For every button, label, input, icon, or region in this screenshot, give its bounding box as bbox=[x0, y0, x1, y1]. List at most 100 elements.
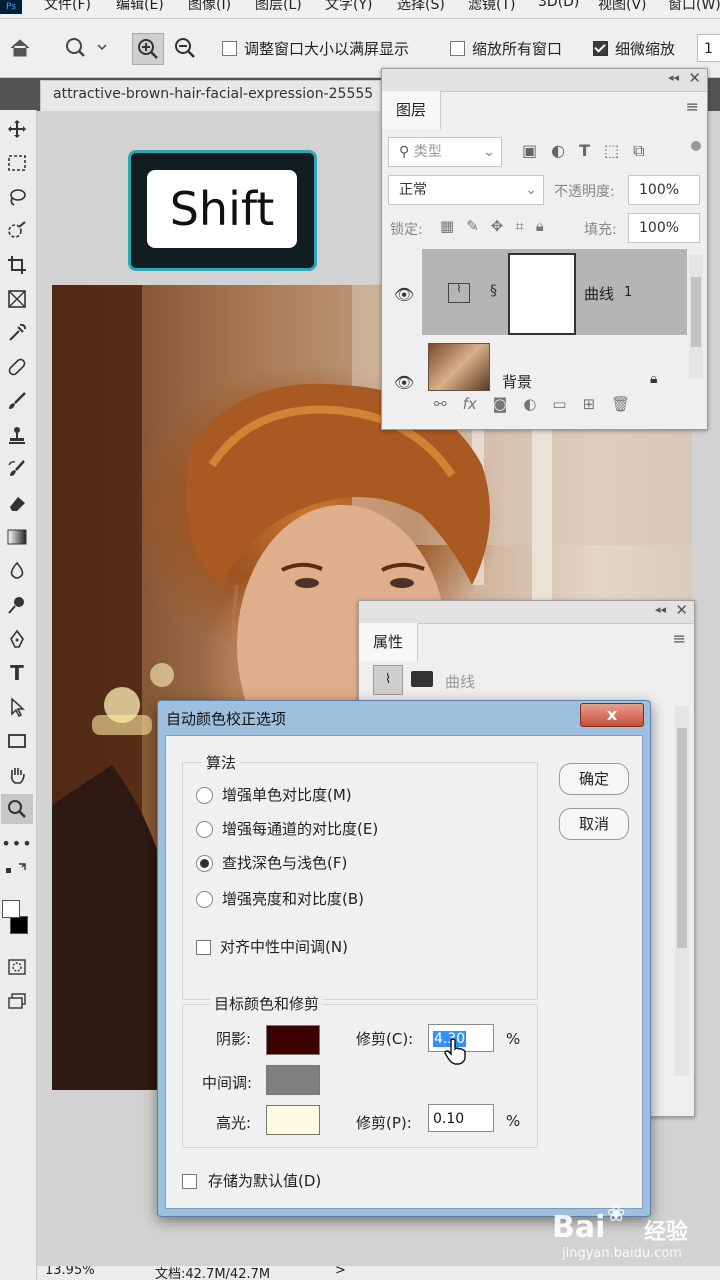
crop-tool-icon[interactable] bbox=[1, 250, 33, 280]
tab-layers[interactable]: 图层 bbox=[382, 91, 442, 129]
tab-properties[interactable]: 属性 bbox=[359, 623, 419, 661]
save-default-label[interactable]: 存储为默认值(D) bbox=[208, 1170, 321, 1191]
background-layer-thumbnail[interactable] bbox=[428, 343, 490, 391]
add-mask-icon[interactable]: ◙ bbox=[493, 395, 508, 413]
screen-mode-icon[interactable] bbox=[1, 986, 33, 1016]
radio-brightness-contrast[interactable] bbox=[196, 891, 213, 908]
opacity-field[interactable]: 100% bbox=[628, 175, 700, 205]
properties-scrollbar[interactable] bbox=[675, 706, 689, 1076]
menu-edit[interactable]: 编辑(E) bbox=[116, 0, 164, 14]
shape-filter-icon[interactable]: ⬚ bbox=[604, 141, 619, 161]
close-panel-icon[interactable]: ✕ bbox=[675, 601, 688, 619]
adjustment-properties-icon[interactable]: ⌇ bbox=[373, 665, 403, 695]
lock-all-icon[interactable]: 🔒︎ bbox=[536, 217, 544, 235]
status-arrow-icon[interactable]: > bbox=[335, 1266, 346, 1278]
radio-monochromatic[interactable] bbox=[196, 787, 213, 804]
menu-window[interactable]: 窗口(W) bbox=[668, 0, 720, 14]
lock-artboard-icon[interactable]: ⌗ bbox=[515, 217, 523, 235]
fill-field[interactable]: 100% bbox=[628, 213, 700, 243]
lock-position-icon[interactable]: ✥ bbox=[491, 217, 504, 235]
status-zoom[interactable]: 13.95% bbox=[45, 1266, 95, 1278]
dialog-close-button[interactable]: x bbox=[580, 703, 644, 727]
panel-menu-icon[interactable]: ≡ bbox=[673, 629, 686, 648]
fit-window-checkbox[interactable] bbox=[222, 41, 237, 56]
menu-select[interactable]: 选择(S) bbox=[397, 0, 445, 14]
move-tool-icon[interactable] bbox=[1, 114, 33, 144]
frame-tool-icon[interactable] bbox=[1, 284, 33, 314]
filter-toggle-icon[interactable] bbox=[691, 141, 701, 151]
zoom-out-icon[interactable] bbox=[170, 33, 200, 63]
highlights-color-swatch[interactable] bbox=[266, 1105, 320, 1135]
history-brush-tool-icon[interactable] bbox=[1, 454, 33, 484]
link-chain-icon[interactable]: § bbox=[490, 283, 497, 299]
new-adjustment-icon[interactable]: ◐ bbox=[523, 395, 536, 413]
blur-tool-icon[interactable] bbox=[1, 556, 33, 586]
snap-neutral-label[interactable]: 对齐中性中间调(N) bbox=[220, 936, 348, 957]
clone-stamp-tool-icon[interactable] bbox=[1, 420, 33, 450]
quick-selection-tool-icon[interactable] bbox=[1, 216, 33, 246]
snap-neutral-checkbox[interactable] bbox=[196, 940, 211, 955]
ok-button[interactable]: 确定 bbox=[559, 763, 629, 795]
delete-layer-icon[interactable]: 🗑︎ bbox=[611, 395, 630, 413]
visibility-eye-icon[interactable]: 👁︎ bbox=[394, 285, 414, 304]
blend-mode-select[interactable]: 正常 ⌄ bbox=[388, 175, 544, 205]
zoom-in-icon[interactable] bbox=[132, 33, 164, 65]
save-default-checkbox[interactable] bbox=[182, 1174, 197, 1189]
hand-tool-icon[interactable] bbox=[1, 760, 33, 790]
dodge-tool-icon[interactable] bbox=[1, 590, 33, 620]
option-monochromatic-label[interactable]: 增强单色对比度(M) bbox=[222, 784, 352, 805]
new-layer-icon[interactable]: ⊞ bbox=[583, 395, 596, 413]
smart-object-filter-icon[interactable]: ⧉ bbox=[633, 141, 644, 161]
fx-icon[interactable]: fx bbox=[463, 395, 477, 413]
new-group-icon[interactable]: ▭ bbox=[552, 395, 566, 413]
menu-type[interactable]: 文字(Y) bbox=[325, 0, 372, 14]
menu-view[interactable]: 视图(V) bbox=[598, 0, 647, 14]
lock-pixels-icon[interactable]: ✎ bbox=[466, 217, 479, 235]
layer-mask-thumbnail[interactable] bbox=[508, 253, 576, 335]
option-brightness-contrast-label[interactable]: 增强亮度和对比度(B) bbox=[222, 888, 364, 909]
gradient-tool-icon[interactable] bbox=[1, 522, 33, 552]
collapse-panel-icon[interactable]: ◂◂ bbox=[655, 603, 666, 616]
marquee-tool-icon[interactable] bbox=[1, 148, 33, 178]
foreground-color-swatch[interactable] bbox=[2, 900, 20, 918]
background-color-swatch[interactable] bbox=[10, 916, 28, 934]
link-layers-icon[interactable]: ⚯ bbox=[434, 395, 447, 413]
menu-layer[interactable]: 图层(L) bbox=[255, 0, 302, 14]
option-per-channel-label[interactable]: 增强每通道的对比度(E) bbox=[222, 818, 378, 839]
menu-filter[interactable]: 滤镜(T) bbox=[468, 0, 515, 14]
close-panel-icon[interactable]: ✕ bbox=[688, 69, 701, 87]
collapse-panel-icon[interactable]: ◂◂ bbox=[668, 71, 679, 84]
more-tools-icon[interactable]: ••• bbox=[1, 828, 33, 858]
lock-transparent-icon[interactable]: ▦ bbox=[440, 217, 454, 235]
scrubby-zoom-checkbox[interactable] bbox=[593, 41, 608, 56]
scrollbar-thumb[interactable] bbox=[677, 728, 687, 948]
quick-mask-icon[interactable] bbox=[1, 952, 33, 982]
pixel-filter-icon[interactable]: ▣ bbox=[522, 141, 537, 161]
zoom-all-checkbox[interactable] bbox=[450, 41, 465, 56]
adjustment-filter-icon[interactable]: ◐ bbox=[551, 141, 565, 161]
lasso-tool-icon[interactable] bbox=[1, 182, 33, 212]
visibility-eye-icon[interactable]: 👁︎ bbox=[394, 373, 414, 392]
zoom-tool-preset-icon[interactable] bbox=[62, 33, 112, 63]
radio-dark-light[interactable] bbox=[196, 855, 213, 872]
layer-filter-select[interactable]: ⚲ 类型 ⌄ bbox=[388, 137, 502, 167]
path-selection-tool-icon[interactable] bbox=[1, 692, 33, 722]
swap-colors-icon[interactable] bbox=[1, 858, 33, 880]
menu-3d[interactable]: 3D(D) bbox=[538, 0, 579, 10]
rectangle-tool-icon[interactable] bbox=[1, 726, 33, 756]
menu-file[interactable]: 文件(F) bbox=[44, 0, 91, 14]
zoom-tool-icon[interactable] bbox=[1, 794, 33, 824]
pen-tool-icon[interactable] bbox=[1, 624, 33, 654]
type-tool-icon[interactable]: T bbox=[1, 658, 33, 688]
radio-per-channel[interactable] bbox=[196, 821, 213, 838]
cancel-button[interactable]: 取消 bbox=[559, 808, 629, 840]
type-filter-icon[interactable]: T bbox=[579, 141, 590, 161]
menu-image[interactable]: 图像(I) bbox=[188, 0, 231, 14]
panel-menu-icon[interactable]: ≡ bbox=[686, 97, 699, 116]
eyedropper-tool-icon[interactable] bbox=[1, 318, 33, 348]
mask-properties-icon[interactable] bbox=[411, 671, 433, 687]
shadows-color-swatch[interactable] bbox=[266, 1025, 320, 1055]
document-tab[interactable]: attractive-brown-hair-facial-expression-… bbox=[40, 80, 387, 112]
healing-brush-tool-icon[interactable] bbox=[1, 352, 33, 382]
option-dark-light-label[interactable]: 查找深色与浅色(F) bbox=[222, 852, 347, 873]
